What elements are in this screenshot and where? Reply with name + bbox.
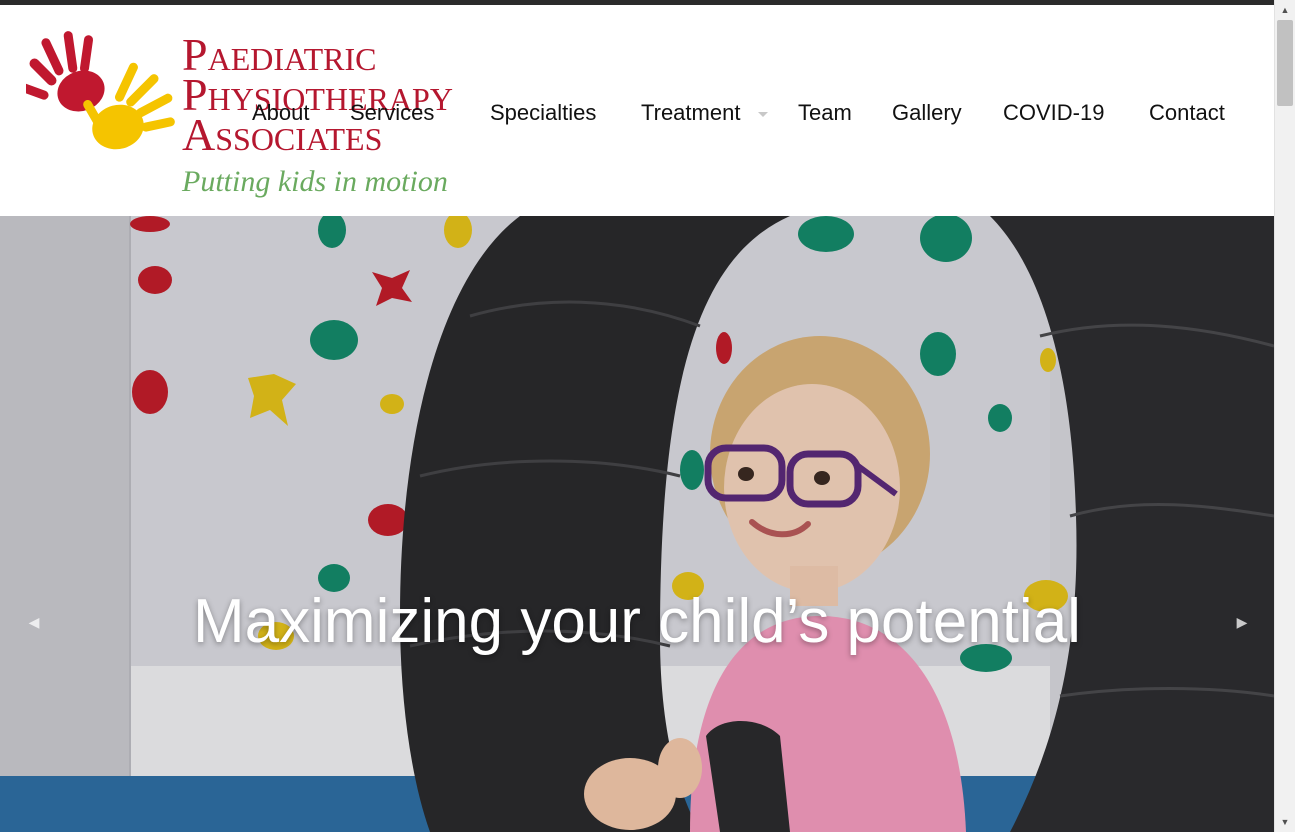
scroll-up-arrow-icon[interactable]: ▲ (1275, 2, 1295, 18)
nav-item-gallery[interactable]: Gallery (892, 100, 962, 126)
scroll-down-arrow-icon[interactable]: ▼ (1275, 814, 1295, 830)
hero-caption: Maximizing your child’s potential (193, 587, 1081, 656)
chevron-down-icon (758, 112, 768, 117)
site-header: Paediatric Physiotherapy Associates Putt… (0, 5, 1274, 216)
nav-item-services[interactable]: Services (350, 100, 434, 126)
chevron-right-icon[interactable]: ▶ (1232, 612, 1252, 632)
hands-logo-icon (26, 31, 175, 150)
nav-item-specialties[interactable]: Specialties (490, 100, 596, 126)
vertical-scrollbar[interactable]: ▲ ▼ (1274, 0, 1295, 832)
logo-tagline: Putting kids in motion (182, 165, 448, 198)
hero-photo (0, 216, 1274, 832)
nav-item-contact[interactable]: Contact (1149, 100, 1225, 126)
scrollbar-thumb[interactable] (1277, 20, 1293, 106)
nav-item-about[interactable]: About (252, 100, 310, 126)
chevron-left-icon[interactable]: ◀ (24, 612, 44, 632)
nav-item-covid-19[interactable]: COVID-19 (1003, 100, 1104, 126)
nav-item-treatment[interactable]: Treatment (641, 100, 740, 126)
nav-item-team[interactable]: Team (798, 100, 852, 126)
hero-slider: Maximizing your child’s potential ◀ ▶ (0, 216, 1274, 832)
